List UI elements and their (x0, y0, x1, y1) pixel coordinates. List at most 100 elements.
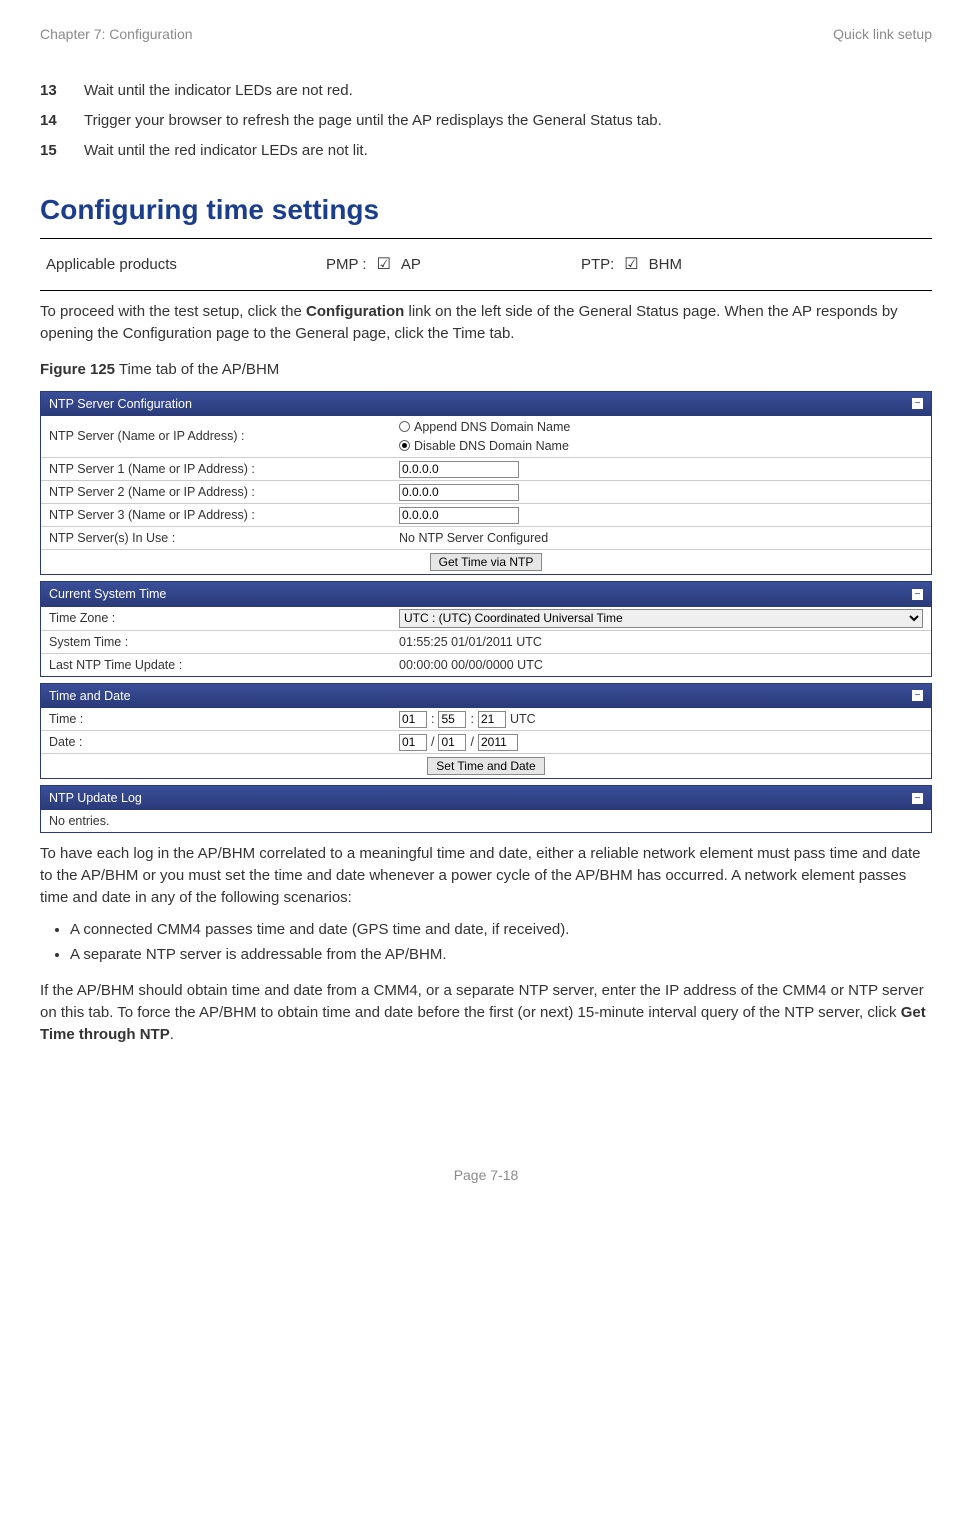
date-mo-input[interactable] (438, 734, 466, 751)
slash-sep: / (431, 733, 434, 751)
ntp-inuse-value: No NTP Server Configured (399, 529, 923, 547)
para3-post: . (170, 1026, 174, 1043)
timezone-row: Time Zone : UTC : (UTC) Coordinated Univ… (41, 607, 931, 631)
date-label: Date : (49, 733, 399, 751)
ntp-server2-input[interactable] (399, 484, 519, 501)
pmp-label: PMP : (326, 254, 367, 276)
radio-icon (399, 421, 410, 432)
radio-disable-dns[interactable]: Disable DNS Domain Name (399, 437, 569, 455)
systemtime-value: 01:55:25 01/01/2011 UTC (399, 633, 923, 651)
td-panel-body: Time : : : UTC Date : / / Set Time and D… (41, 708, 931, 778)
figure-caption: Figure 125 Time tab of the AP/BHM (40, 359, 932, 381)
set-time-date-button[interactable]: Set Time and Date (427, 757, 544, 775)
checkbox-icon: ☑ (624, 253, 638, 276)
bullet-list: A connected CMM4 passes time and date (G… (40, 919, 932, 967)
step-item: 13Wait until the indicator LEDs are not … (40, 80, 932, 102)
collapse-icon[interactable]: − (912, 589, 923, 600)
figure-number: Figure 125 (40, 361, 115, 378)
time-mm-input[interactable] (438, 711, 466, 728)
bullet-item: A separate NTP server is addressable fro… (70, 944, 932, 966)
ntp-server2-label: NTP Server 2 (Name or IP Address) : (49, 483, 399, 501)
paragraph-3: If the AP/BHM should obtain time and dat… (40, 980, 932, 1045)
page-footer: Page 7-18 (40, 1165, 932, 1185)
cst-panel-body: Time Zone : UTC : (UTC) Coordinated Univ… (41, 607, 931, 676)
lastupdate-row: Last NTP Time Update : 00:00:00 00/00/00… (41, 654, 931, 676)
ntp-server1-input[interactable] (399, 461, 519, 478)
colon-sep: : (431, 710, 434, 728)
ntp-server3-input[interactable] (399, 507, 519, 524)
ptp-item: BHM (649, 254, 682, 276)
date-row: Date : / / (41, 731, 931, 754)
time-ss-input[interactable] (478, 711, 506, 728)
td-button-row: Set Time and Date (41, 754, 931, 778)
divider (40, 290, 932, 291)
ntp-server1-row: NTP Server 1 (Name or IP Address) : (41, 458, 931, 481)
figure-title: Time tab of the AP/BHM (115, 361, 279, 378)
intro-pre: To proceed with the test setup, click th… (40, 303, 306, 320)
ntp-server3-label: NTP Server 3 (Name or IP Address) : (49, 506, 399, 524)
ntp-server1-label: NTP Server 1 (Name or IP Address) : (49, 460, 399, 478)
colon-sep: : (470, 710, 473, 728)
radio-label: Disable DNS Domain Name (414, 437, 569, 455)
collapse-icon[interactable]: − (912, 793, 923, 804)
bullet-item: A connected CMM4 passes time and date (G… (70, 919, 932, 941)
step-list: 13Wait until the indicator LEDs are not … (40, 80, 932, 161)
systemtime-label: System Time : (49, 633, 399, 651)
cst-panel: Current System Time − Time Zone : UTC : … (40, 581, 932, 676)
ntp-panel-body: NTP Server (Name or IP Address) : Append… (41, 416, 931, 575)
slash-sep: / (470, 733, 473, 751)
radio-label: Append DNS Domain Name (414, 418, 570, 436)
intro-paragraph: To proceed with the test setup, click th… (40, 301, 932, 345)
ntp-button-row: Get Time via NTP (41, 550, 931, 574)
radio-icon (399, 440, 410, 451)
date-dd-input[interactable] (399, 734, 427, 751)
ntp-server3-row: NTP Server 3 (Name or IP Address) : (41, 504, 931, 527)
time-tz: UTC (510, 710, 536, 728)
td-panel-title: Time and Date (49, 687, 131, 705)
section-heading: Configuring time settings (40, 190, 932, 231)
log-panel: NTP Update Log − No entries. (40, 785, 932, 833)
ntp-dns-label: NTP Server (Name or IP Address) : (49, 427, 399, 445)
page-header: Chapter 7: Configuration Quick link setu… (40, 24, 932, 44)
ntp-inuse-row: NTP Server(s) In Use : No NTP Server Con… (41, 527, 931, 550)
paragraph-2: To have each log in the AP/BHM correlate… (40, 843, 932, 908)
log-panel-title: NTP Update Log (49, 789, 142, 807)
date-yy-input[interactable] (478, 734, 518, 751)
step-num: 13 (40, 80, 84, 102)
systemtime-row: System Time : 01:55:25 01/01/2011 UTC (41, 631, 931, 654)
divider (40, 238, 932, 239)
pmp-group: PMP : ☑ AP (326, 253, 421, 276)
ptp-group: PTP: ☑ BHM (581, 253, 682, 276)
log-panel-body: No entries. (41, 810, 931, 832)
step-item: 14Trigger your browser to refresh the pa… (40, 110, 932, 132)
ntp-inuse-label: NTP Server(s) In Use : (49, 529, 399, 547)
header-left: Chapter 7: Configuration (40, 24, 193, 44)
applicable-label: Applicable products (46, 254, 326, 276)
td-panel-header: Time and Date − (41, 684, 931, 708)
para3-pre: If the AP/BHM should obtain time and dat… (40, 982, 924, 1021)
lastupdate-value: 00:00:00 00/00/0000 UTC (399, 656, 923, 674)
intro-bold: Configuration (306, 303, 404, 320)
step-num: 15 (40, 140, 84, 162)
cst-panel-title: Current System Time (49, 585, 166, 603)
step-item: 15Wait until the red indicator LEDs are … (40, 140, 932, 162)
ntp-panel-title: NTP Server Configuration (49, 395, 192, 413)
lastupdate-label: Last NTP Time Update : (49, 656, 399, 674)
pmp-item: AP (401, 254, 421, 276)
timezone-select[interactable]: UTC : (UTC) Coordinated Universal Time (399, 609, 923, 628)
get-time-ntp-button[interactable]: Get Time via NTP (430, 553, 543, 571)
checkbox-icon: ☑ (377, 253, 391, 276)
collapse-icon[interactable]: − (912, 398, 923, 409)
applicable-products-row: Applicable products PMP : ☑ AP PTP: ☑ BH… (40, 245, 932, 284)
header-right: Quick link setup (833, 24, 932, 44)
td-panel: Time and Date − Time : : : UTC Date : / … (40, 683, 932, 779)
log-text: No entries. (49, 812, 109, 830)
ntp-panel-header: NTP Server Configuration − (41, 392, 931, 416)
step-num: 14 (40, 110, 84, 132)
log-row: No entries. (41, 810, 931, 832)
collapse-icon[interactable]: − (912, 690, 923, 701)
timezone-label: Time Zone : (49, 609, 399, 627)
radio-append-dns[interactable]: Append DNS Domain Name (399, 418, 570, 436)
ptp-label: PTP: (581, 254, 614, 276)
time-hh-input[interactable] (399, 711, 427, 728)
